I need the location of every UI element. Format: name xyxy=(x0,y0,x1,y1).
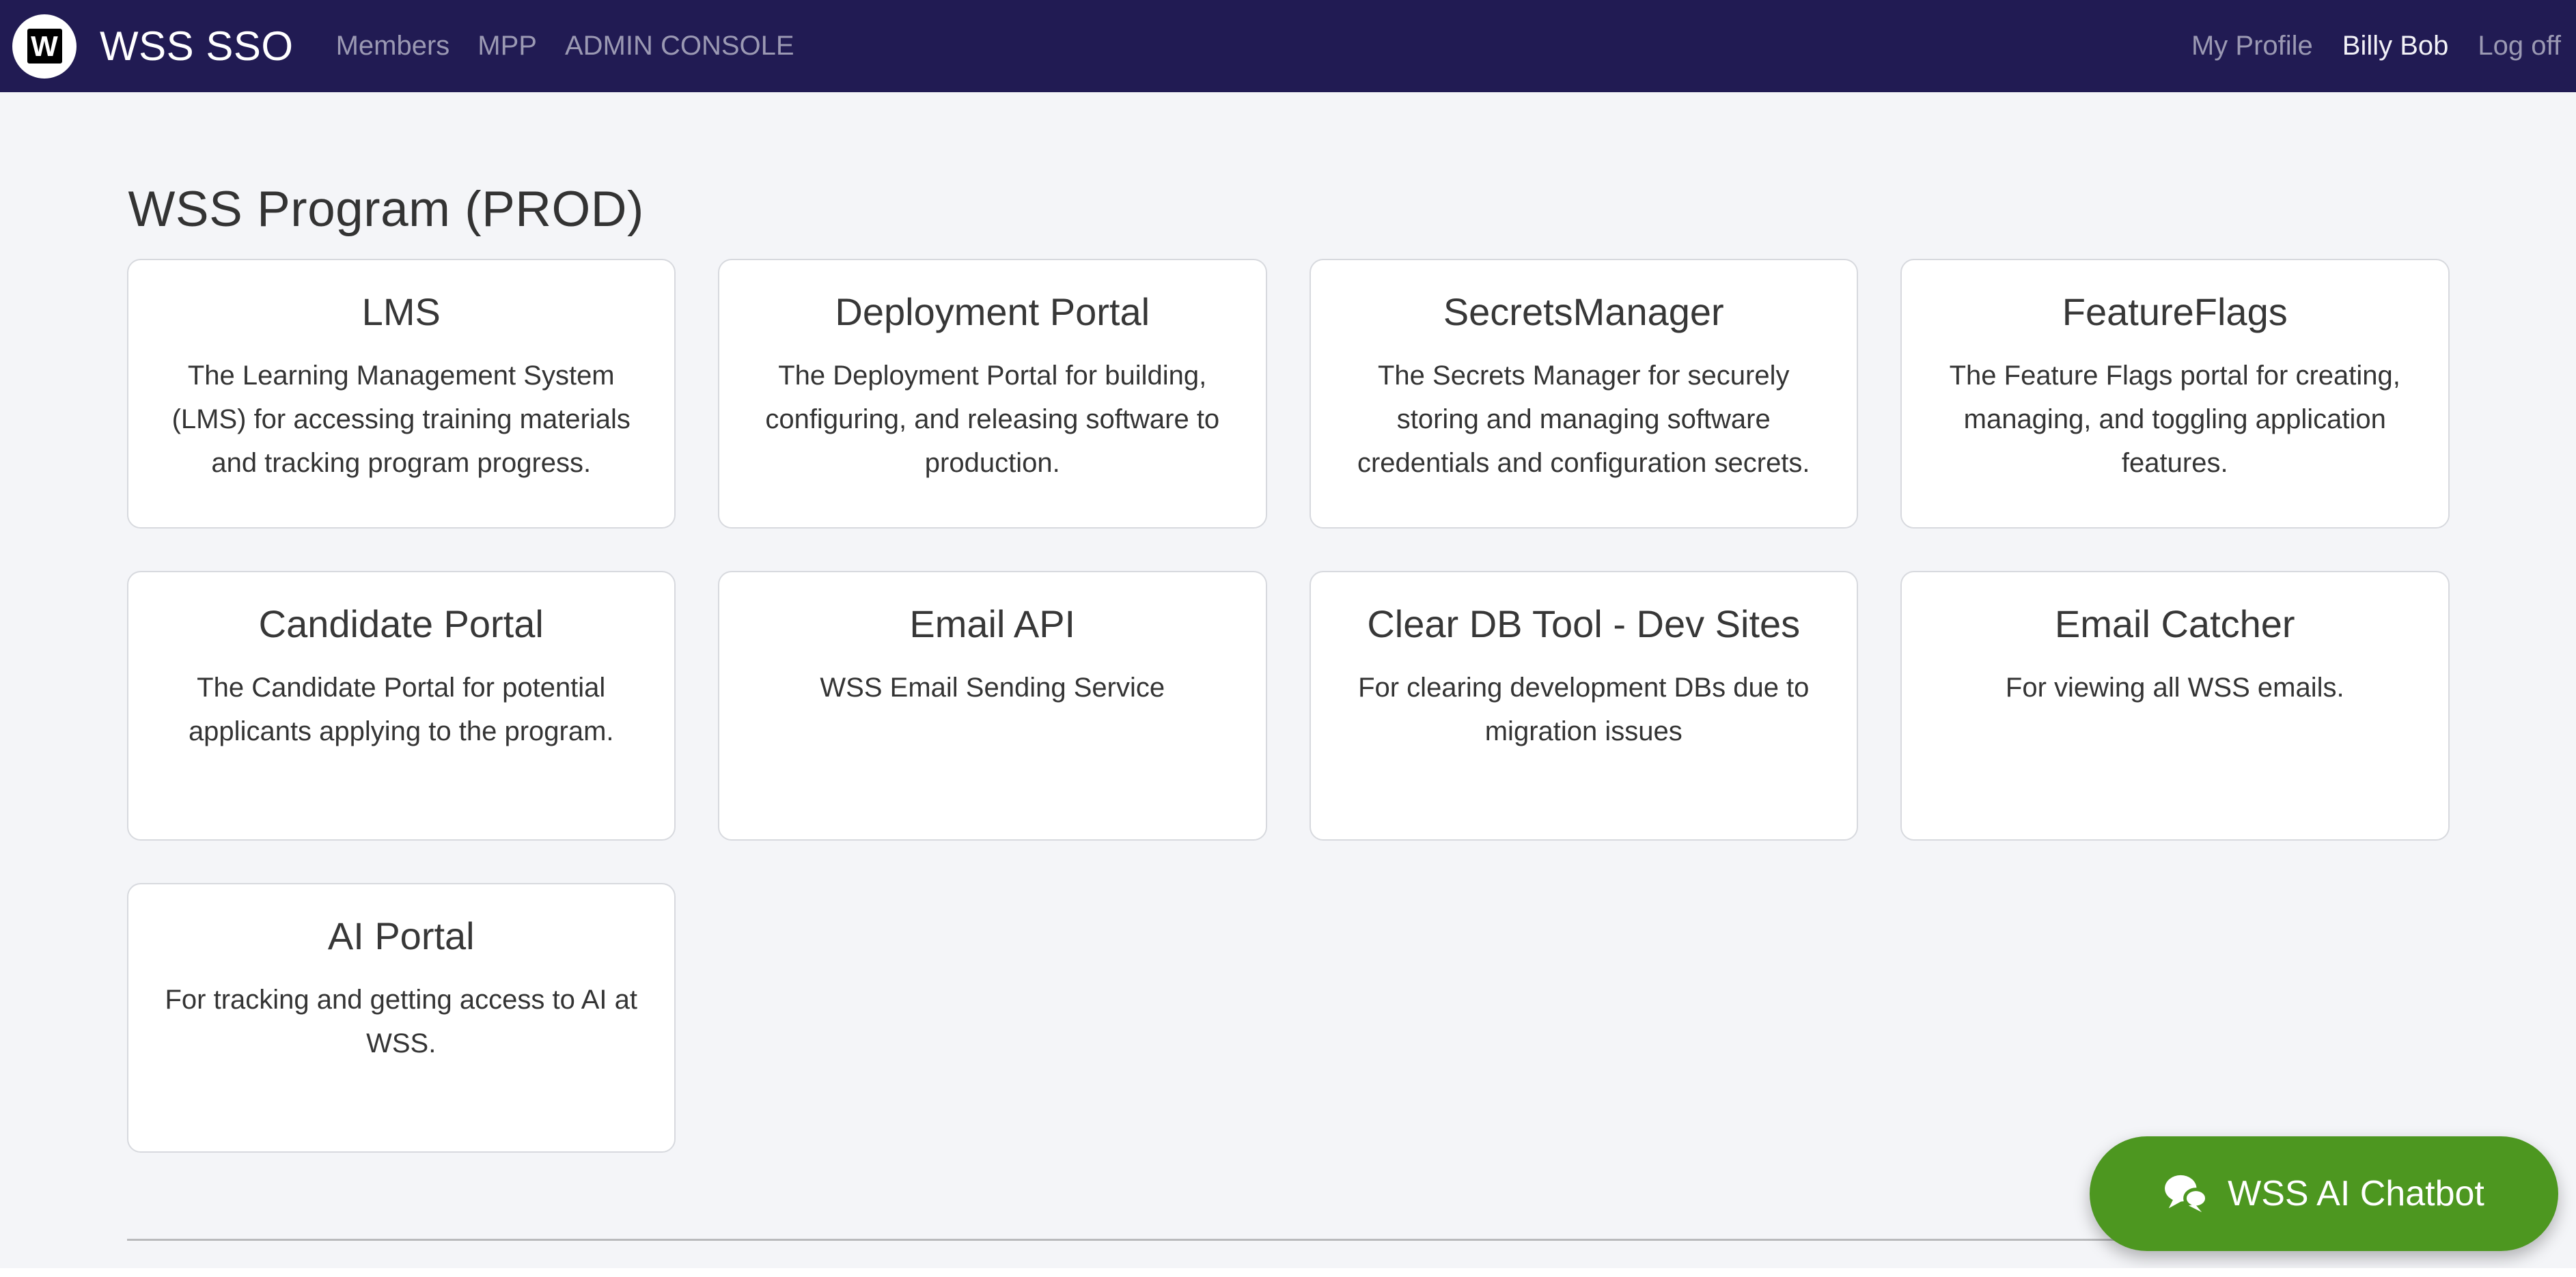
service-card-description: The Deployment Portal for building, conf… xyxy=(765,361,1220,479)
nav-link-mpp[interactable]: MPP xyxy=(477,31,537,61)
service-card-candidate-portal[interactable]: Candidate Portal The Candidate Portal for… xyxy=(126,571,676,841)
nav-link-billy-bob[interactable]: Billy Bob xyxy=(2342,31,2449,61)
service-card-description: The Candidate Portal for potential appli… xyxy=(188,673,614,747)
navbar-left-links: Members MPP ADMIN CONSOLE xyxy=(336,31,794,61)
logo[interactable]: W xyxy=(12,14,77,79)
navbar: W WSS SSO Members MPP ADMIN CONSOLE My Pro… xyxy=(0,0,2576,92)
nav-link-log-off[interactable]: Log off xyxy=(2478,31,2561,61)
service-card-title: LMS xyxy=(361,290,441,333)
main-content: WSS Program (PROD) LMS The Learning Manag… xyxy=(126,181,2450,1241)
service-card-featureflags[interactable]: FeatureFlags The Feature Flags portal for… xyxy=(1900,259,2450,529)
chatbot-button[interactable]: WSS AI Chatbot xyxy=(2090,1136,2558,1251)
service-card-title: SecretsManager xyxy=(1443,290,1724,333)
comments-icon xyxy=(2165,1175,2208,1213)
footer-strip xyxy=(0,1268,2576,1277)
service-card-title: AI Portal xyxy=(327,914,475,957)
page-title: WSS Program (PROD) xyxy=(128,182,644,237)
service-card-description: WSS Email Sending Service xyxy=(820,673,1165,703)
chatbot-label: WSS AI Chatbot xyxy=(2228,1174,2484,1213)
service-card-title: FeatureFlags xyxy=(2062,290,2288,333)
logo-w-icon: W xyxy=(27,29,62,64)
service-card-email-catcher[interactable]: Email Catcher For viewing all WSS emails. xyxy=(1900,571,2450,841)
service-card-title: Email API xyxy=(909,602,1076,645)
navbar-right-links: My Profile Billy Bob Log off xyxy=(2191,31,2561,61)
service-card-description: The Secrets Manager for securely storing… xyxy=(1357,361,1810,479)
service-card-deployment-portal[interactable]: Deployment Portal The Deployment Portal f… xyxy=(718,259,1267,529)
service-card-description: The Learning Management System (LMS) for… xyxy=(171,361,631,479)
divider xyxy=(126,1239,2450,1241)
service-card-lms[interactable]: LMS The Learning Management System (LMS) … xyxy=(126,259,676,529)
service-card-title: Candidate Portal xyxy=(258,602,544,645)
nav-link-my-profile[interactable]: My Profile xyxy=(2191,31,2313,61)
service-card-title: Deployment Portal xyxy=(835,290,1150,333)
service-card-description: For tracking and getting access to AI at… xyxy=(165,985,637,1059)
service-card-description: For clearing development DBs due to migr… xyxy=(1358,673,1810,747)
brand[interactable]: WSS SSO xyxy=(100,23,294,70)
service-card-clear-db-tool-dev-sites[interactable]: Clear DB Tool - Dev Sites For clearing de… xyxy=(1309,571,1858,841)
nav-link-members[interactable]: Members xyxy=(336,31,450,61)
service-card-description: For viewing all WSS emails. xyxy=(2005,673,2344,703)
service-card-title: Email Catcher xyxy=(2054,602,2295,645)
service-card-title: Clear DB Tool - Dev Sites xyxy=(1367,602,1801,645)
service-card-ai-portal[interactable]: AI Portal For tracking and getting access… xyxy=(126,883,676,1153)
services-grid: LMS The Learning Management System (LMS) … xyxy=(126,259,2450,1153)
service-card-email-api[interactable]: Email API WSS Email Sending Service xyxy=(718,571,1267,841)
nav-link-admin-console[interactable]: ADMIN CONSOLE xyxy=(565,31,794,61)
service-card-description: The Feature Flags portal for creating, m… xyxy=(1949,361,2400,479)
service-card-secretsmanager[interactable]: SecretsManager The Secrets Manager for se… xyxy=(1309,259,1858,529)
